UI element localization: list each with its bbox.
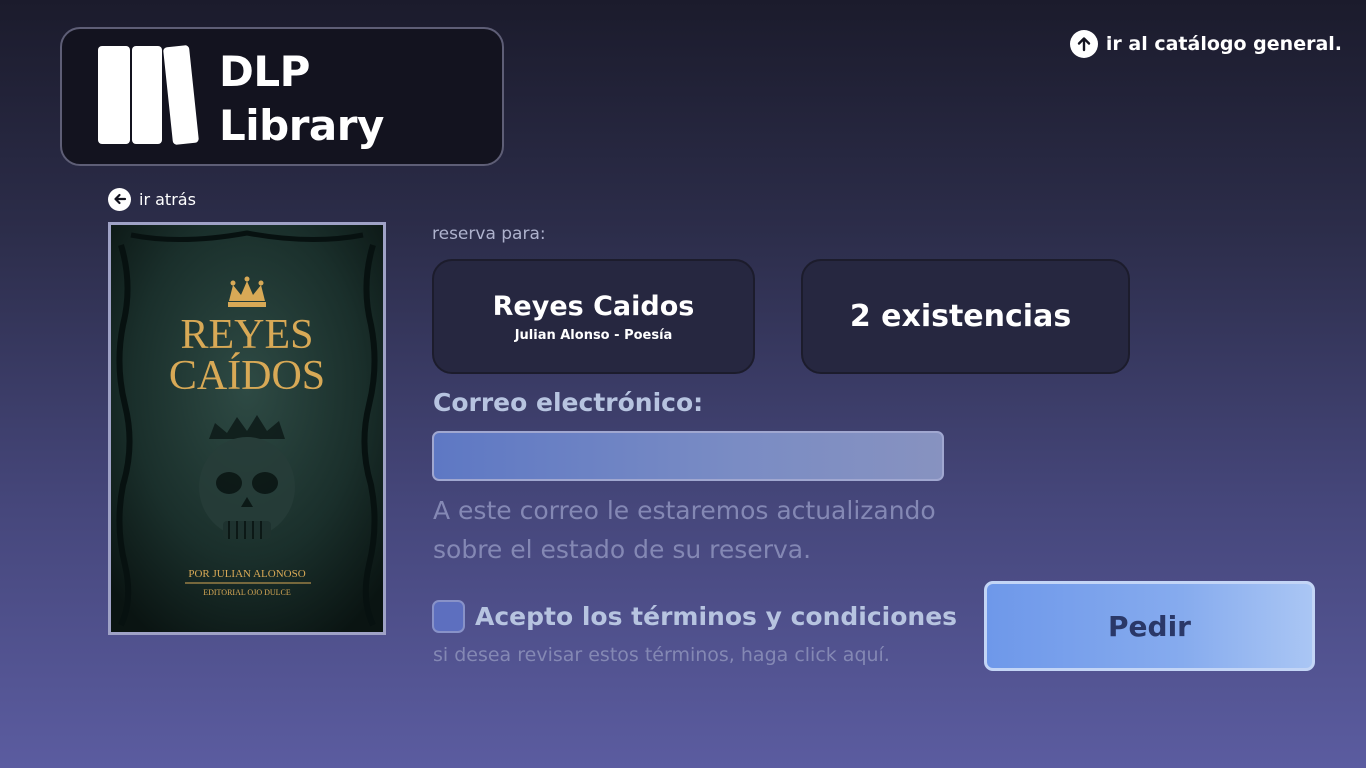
terms-link[interactable]: si desea revisar estos términos, haga cl… xyxy=(433,644,890,666)
back-link[interactable]: ir atrás xyxy=(108,187,196,211)
brand-line-1: DLP xyxy=(219,47,310,96)
email-help-text: A este correo le estaremos actualizando … xyxy=(433,496,936,564)
crown-icon xyxy=(228,276,266,307)
stock-count: 2 existencias xyxy=(849,299,1072,334)
arrow-left-circle-icon xyxy=(108,187,131,211)
book-subtitle: Julian Alonso - Poesía xyxy=(514,327,673,343)
books-icon xyxy=(98,45,199,145)
catalog-link-label: ir al catálogo general. xyxy=(1105,33,1342,55)
arrow-up-circle-icon xyxy=(1069,30,1098,58)
cover-title-line-2: CAÍDOS xyxy=(169,352,325,399)
logo-card: DLP Library xyxy=(60,27,504,166)
cover-author: POR JULIAN ALONOSO xyxy=(188,568,305,580)
submit-button[interactable]: Pedir xyxy=(984,581,1315,671)
cover-title-line-1: REYES xyxy=(180,312,313,358)
email-label: Correo electrónico: xyxy=(433,388,704,417)
reserve-for-label: reserva para: xyxy=(432,224,546,244)
back-link-label: ir atrás xyxy=(139,189,196,209)
email-field[interactable] xyxy=(432,431,944,481)
book-info-card: Reyes Caidos Julian Alonso - Poesía xyxy=(432,259,755,374)
cover-publisher: EDITORIAL OJO DULCE xyxy=(203,588,291,597)
book-cover: REYES CAÍDOS POR JULIAN ALONOSO EDITORIA… xyxy=(108,222,386,635)
terms-label: Acepto los términos y condiciones xyxy=(475,601,958,631)
stock-card: 2 existencias xyxy=(801,259,1130,374)
book-title: Reyes Caidos xyxy=(492,290,695,322)
catalog-link[interactable]: ir al catálogo general. xyxy=(1069,30,1342,58)
brand-name: DLP Library xyxy=(219,45,384,153)
terms-checkbox[interactable] xyxy=(432,599,465,633)
terms-row: Acepto los términos y condiciones xyxy=(432,599,957,633)
skull-illustration xyxy=(199,415,295,539)
brand-line-2: Library xyxy=(219,101,384,150)
